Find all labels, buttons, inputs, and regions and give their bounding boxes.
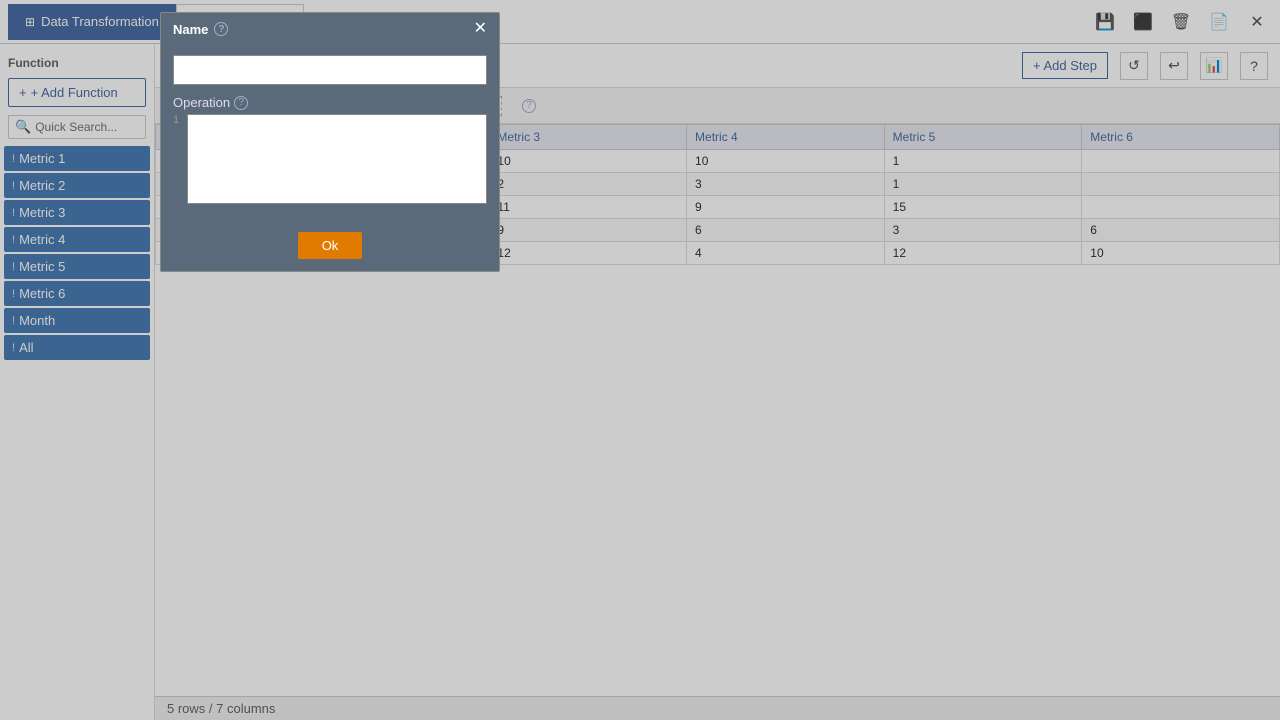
modal-title-text: Name [173, 22, 208, 37]
modal-operation-help-icon[interactable]: ? [234, 96, 248, 110]
modal-body: Operation ? 1 [161, 45, 499, 228]
ok-button[interactable]: Ok [298, 232, 363, 259]
modal-operation-label: Operation ? [173, 95, 487, 110]
modal-title: Name ? [173, 22, 228, 37]
modal-footer: Ok [161, 228, 499, 271]
modal-name-input[interactable] [173, 55, 487, 85]
modal-header: Name ? ✕ [161, 13, 499, 45]
line-number: 1 [173, 114, 179, 126]
modal-operation-textarea[interactable] [187, 114, 487, 204]
modal-name-help-icon[interactable]: ? [214, 22, 228, 36]
modal-close-button[interactable]: ✕ [474, 21, 487, 37]
modal-dialog: Name ? ✕ Operation ? 1 Ok [160, 12, 500, 272]
